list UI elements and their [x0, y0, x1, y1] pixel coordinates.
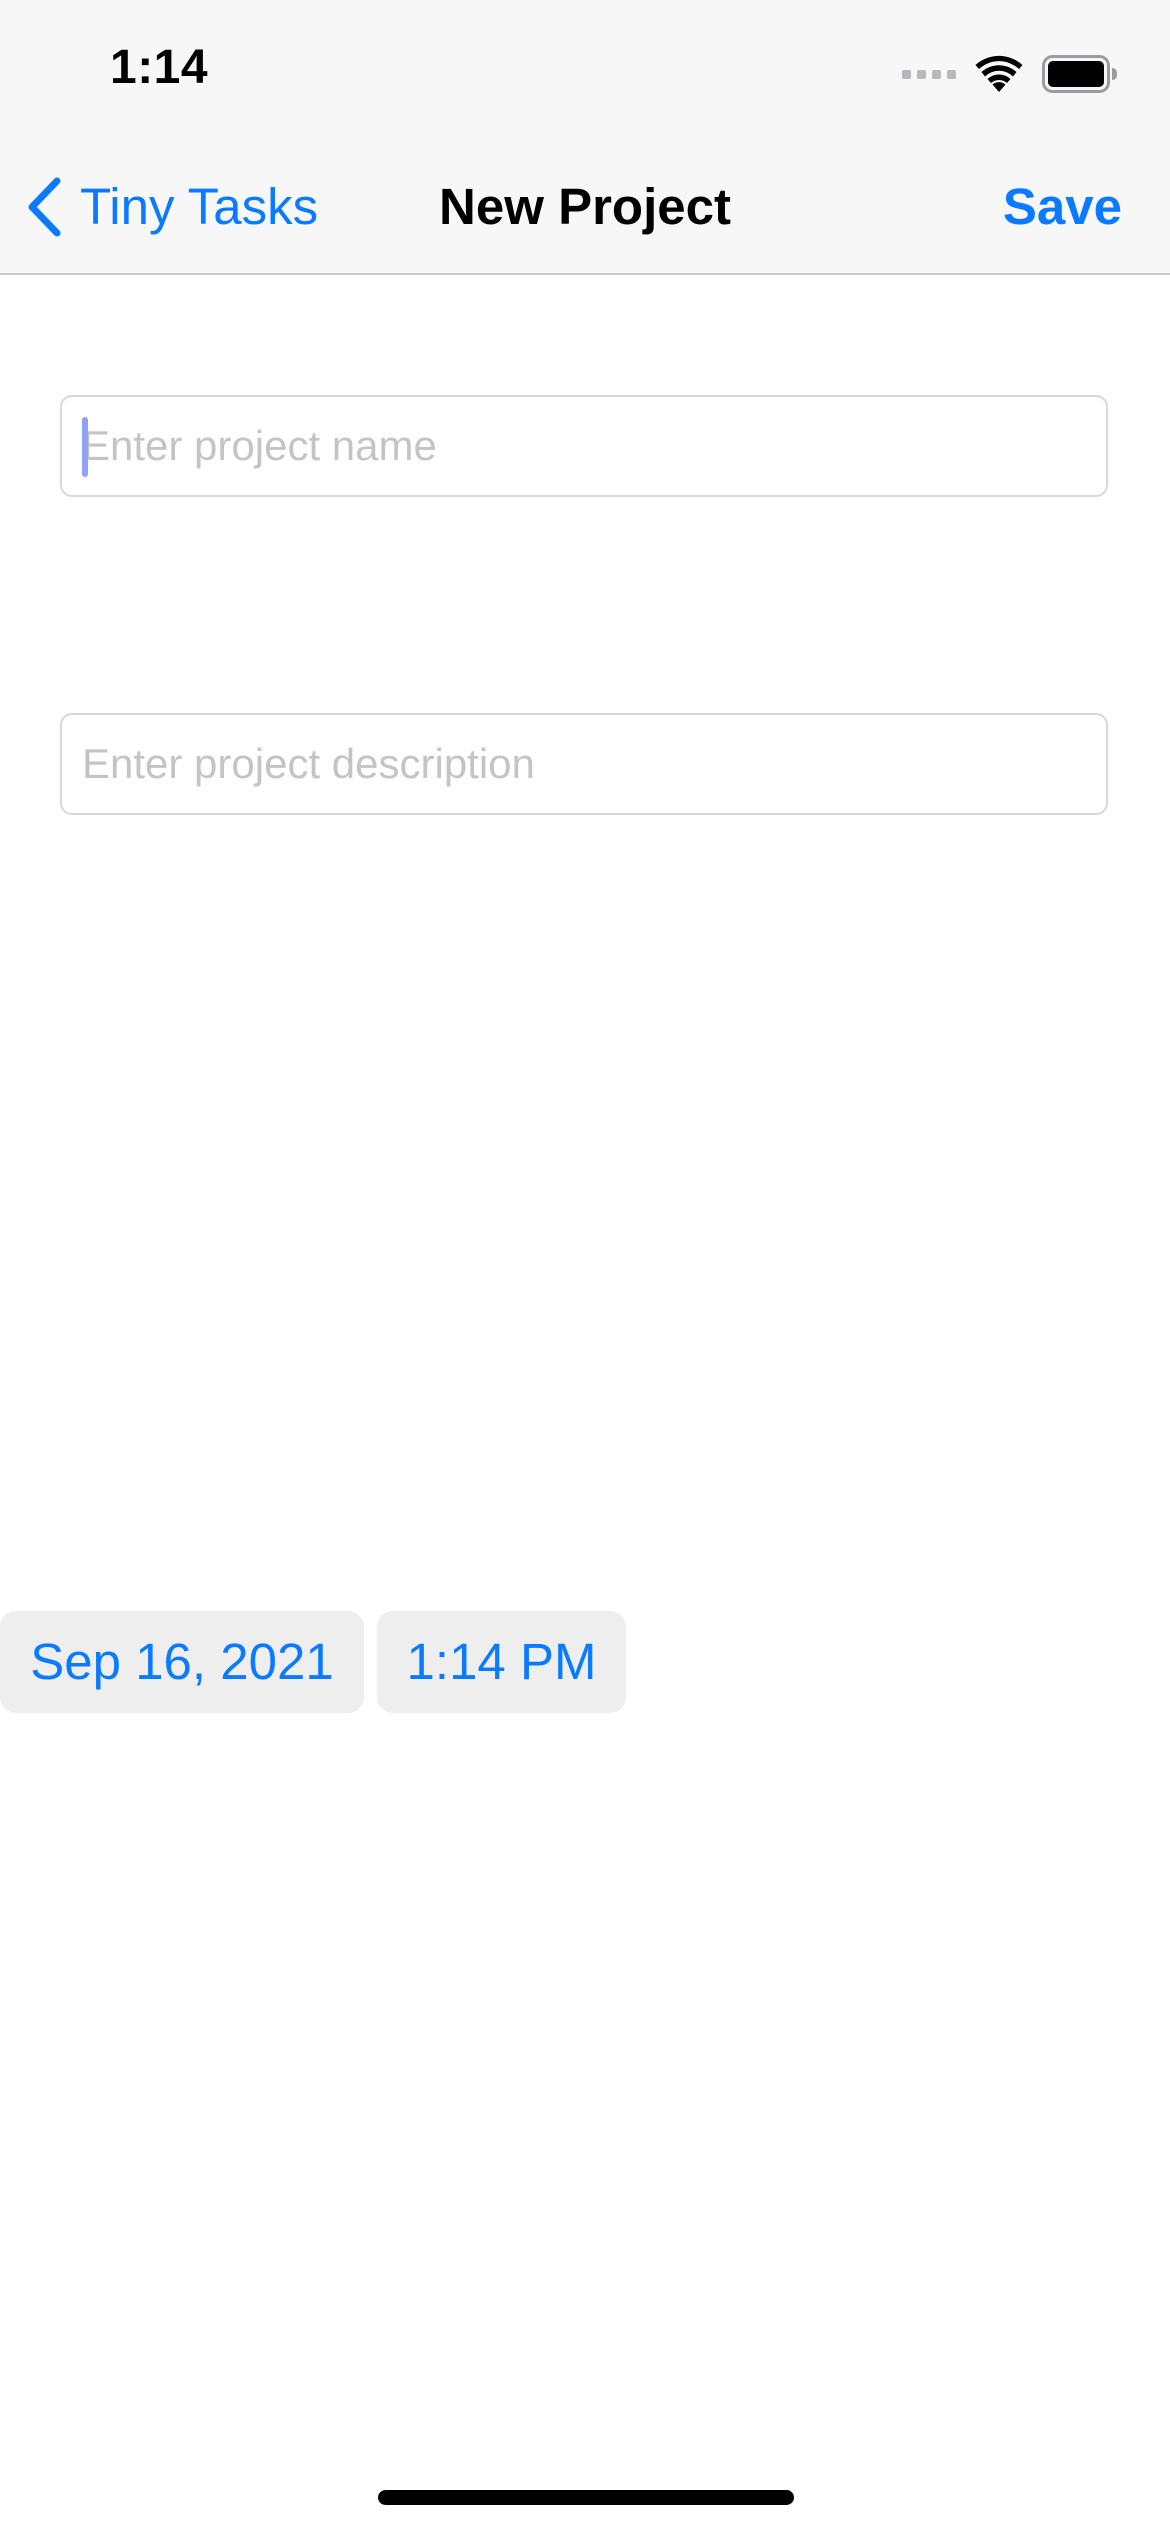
battery-icon — [1042, 55, 1117, 93]
home-indicator[interactable] — [378, 2490, 794, 2505]
new-project-screen: 1:14 Tiny Tasks New Project Save Enter p… — [0, 0, 1170, 2532]
project-name-input[interactable] — [62, 397, 1106, 495]
project-name-field[interactable] — [60, 395, 1108, 497]
chevron-left-icon — [28, 177, 61, 237]
back-button-label: Tiny Tasks — [80, 178, 319, 235]
status-icons — [902, 52, 1118, 96]
time-picker-button[interactable]: 1:14 PM — [377, 1611, 626, 1713]
wifi-icon — [975, 55, 1023, 92]
date-picker-button[interactable]: Sep 16, 2021 — [0, 1611, 364, 1713]
save-button[interactable]: Save — [1003, 172, 1122, 242]
text-cursor — [82, 417, 88, 477]
status-time: 1:14 — [110, 41, 209, 94]
back-button[interactable]: Tiny Tasks — [24, 172, 318, 242]
project-description-input[interactable] — [62, 715, 1106, 813]
top-bar: 1:14 Tiny Tasks New Project Save — [0, 0, 1170, 275]
cellular-signal-icon — [902, 69, 956, 79]
project-description-field[interactable] — [60, 713, 1108, 815]
